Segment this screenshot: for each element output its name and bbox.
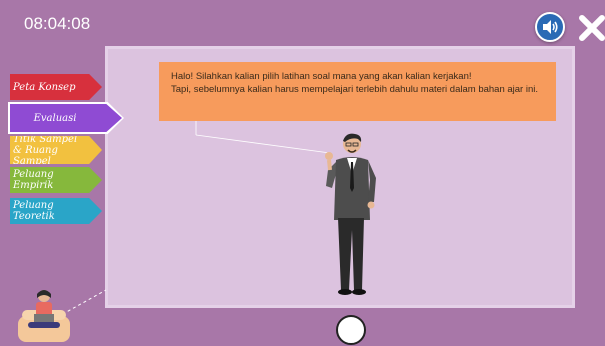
- teacher-character: [325, 133, 376, 295]
- close-icon: [579, 15, 605, 41]
- speech-line-1: Halo! Silahkan kalian pilih latihan soal…: [171, 71, 472, 82]
- nav-label: Titik Sampel & Ruang Sampel: [13, 133, 78, 167]
- timer: 08:04:08: [24, 14, 91, 33]
- nav-label: Peta Konsep: [13, 81, 76, 93]
- nav-label: Evaluasi: [33, 112, 77, 124]
- speaker-icon: [543, 20, 558, 34]
- nav-item-peluang-teoretik[interactable]: Peluang Teoretik: [10, 198, 102, 224]
- speech-line-2: Tapi, sebelumnya kalian harus mempelajar…: [171, 84, 539, 95]
- nav-item-titik-sampel[interactable]: Titik Sampel & Ruang Sampel: [10, 136, 102, 164]
- sound-button[interactable]: [535, 12, 565, 42]
- close-button[interactable]: [579, 13, 605, 43]
- nav-item-evaluasi[interactable]: Evaluasi: [10, 104, 122, 132]
- nav-item-peluang-empirik[interactable]: Peluang Empirik: [10, 167, 102, 193]
- next-button[interactable]: [336, 315, 366, 345]
- nav-item-peta-konsep[interactable]: Peta Konsep: [10, 74, 102, 100]
- speech-bubble: Halo! Silahkan kalian pilih latihan soal…: [159, 62, 556, 121]
- student-character: [18, 290, 70, 342]
- nav-label: Peluang Teoretik: [13, 200, 55, 222]
- nav-label: Peluang Empirik: [13, 169, 54, 191]
